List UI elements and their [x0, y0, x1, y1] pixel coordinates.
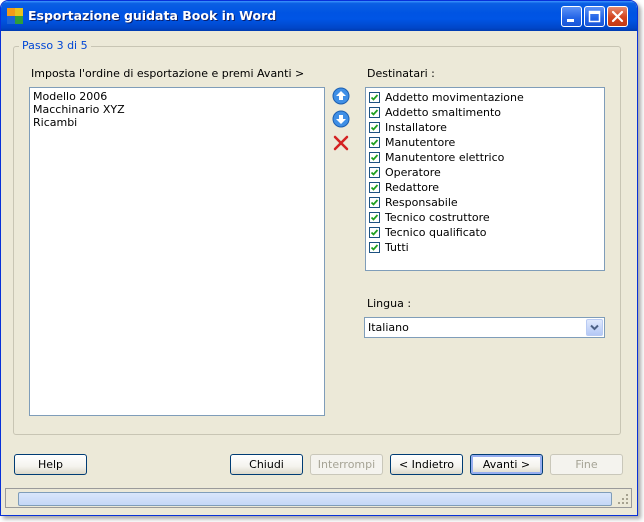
- recipient-label: Operatore: [385, 166, 441, 179]
- checkbox-checked[interactable]: [369, 242, 380, 253]
- checkbox-checked[interactable]: [369, 92, 380, 103]
- recipients-checklist[interactable]: Addetto movimentazione Addetto smaltimen…: [365, 87, 605, 271]
- close-window-button[interactable]: [607, 6, 628, 27]
- checkmark-icon: [370, 169, 379, 176]
- list-item[interactable]: Ricambi: [30, 116, 324, 129]
- recipients-label: Destinatari :: [367, 67, 435, 80]
- status-bar: [5, 488, 632, 508]
- app-icon: [7, 8, 23, 24]
- checkbox-checked[interactable]: [369, 107, 380, 118]
- title-bar[interactable]: Esportazione guidata Book in Word: [1, 1, 637, 31]
- language-select[interactable]: Italiano: [364, 317, 605, 338]
- checkmark-icon: [370, 154, 379, 161]
- recipient-label: Tecnico qualificato: [385, 226, 487, 239]
- checkbox-checked[interactable]: [369, 152, 380, 163]
- close-icon: [611, 10, 624, 23]
- checkbox-checked[interactable]: [369, 137, 380, 148]
- checkmark-icon: [370, 199, 379, 206]
- recipient-label: Redattore: [385, 181, 440, 194]
- move-up-button[interactable]: [332, 87, 350, 105]
- wizard-window: Esportazione guidata Book in Word Passo …: [0, 0, 638, 516]
- language-selected-value: Italiano: [368, 321, 409, 334]
- dropdown-button[interactable]: [586, 319, 603, 336]
- recipient-label: Manutentore elettrico: [385, 151, 505, 164]
- recipient-label: Tecnico costruttore: [385, 211, 490, 224]
- window-title: Esportazione guidata Book in Word: [28, 8, 277, 23]
- export-order-list[interactable]: Modello 2006 Macchinario XYZ Ricambi: [29, 87, 325, 416]
- checkmark-icon: [370, 94, 379, 101]
- step-label: Passo 3 di 5: [19, 39, 91, 52]
- resize-grip-icon[interactable]: [617, 493, 629, 505]
- chevron-down-icon: [590, 324, 599, 331]
- arrow-up-circle-icon: [332, 87, 350, 105]
- checkbox-checked[interactable]: [369, 182, 380, 193]
- recipient-label: Manutentore: [385, 136, 456, 149]
- checkbox-checked[interactable]: [369, 122, 380, 133]
- recipient-label: Tutti: [385, 241, 409, 254]
- minimize-button[interactable]: [561, 6, 582, 27]
- checkbox-checked[interactable]: [369, 197, 380, 208]
- progress-bar: [18, 492, 612, 506]
- interrupt-button[interactable]: Interrompi: [310, 454, 383, 475]
- checkmark-icon: [370, 244, 379, 251]
- help-button[interactable]: Help: [14, 454, 87, 475]
- checkmark-icon: [370, 229, 379, 236]
- recipient-label: Addetto movimentazione: [385, 91, 524, 104]
- language-label: Lingua :: [367, 297, 412, 310]
- checkbox-checked[interactable]: [369, 212, 380, 223]
- checkmark-icon: [370, 124, 379, 131]
- recipient-label: Responsabile: [385, 196, 458, 209]
- red-x-icon: [333, 135, 349, 151]
- maximize-icon: [588, 10, 601, 23]
- checkbox-checked[interactable]: [369, 227, 380, 238]
- checkmark-icon: [370, 139, 379, 146]
- back-button[interactable]: < Indietro: [390, 454, 463, 475]
- recipient-label: Addetto smaltimento: [385, 106, 502, 119]
- checkmark-icon: [370, 184, 379, 191]
- order-label: Imposta l'ordine di esportazione e premi…: [31, 67, 305, 80]
- finish-button[interactable]: Fine: [550, 454, 623, 475]
- close-button[interactable]: Chiudi: [230, 454, 303, 475]
- minimize-icon: [567, 19, 574, 22]
- checkmark-icon: [370, 214, 379, 221]
- next-button[interactable]: Avanti >: [470, 454, 543, 475]
- list-item[interactable]: Modello 2006: [30, 90, 324, 103]
- recipient-label: Installatore: [385, 121, 447, 134]
- checkmark-icon: [370, 109, 379, 116]
- arrow-down-circle-icon: [332, 110, 350, 128]
- remove-button[interactable]: [332, 134, 350, 152]
- move-down-button[interactable]: [332, 110, 350, 128]
- maximize-button[interactable]: [584, 6, 605, 27]
- list-item[interactable]: Macchinario XYZ: [30, 103, 324, 116]
- checkbox-checked[interactable]: [369, 167, 380, 178]
